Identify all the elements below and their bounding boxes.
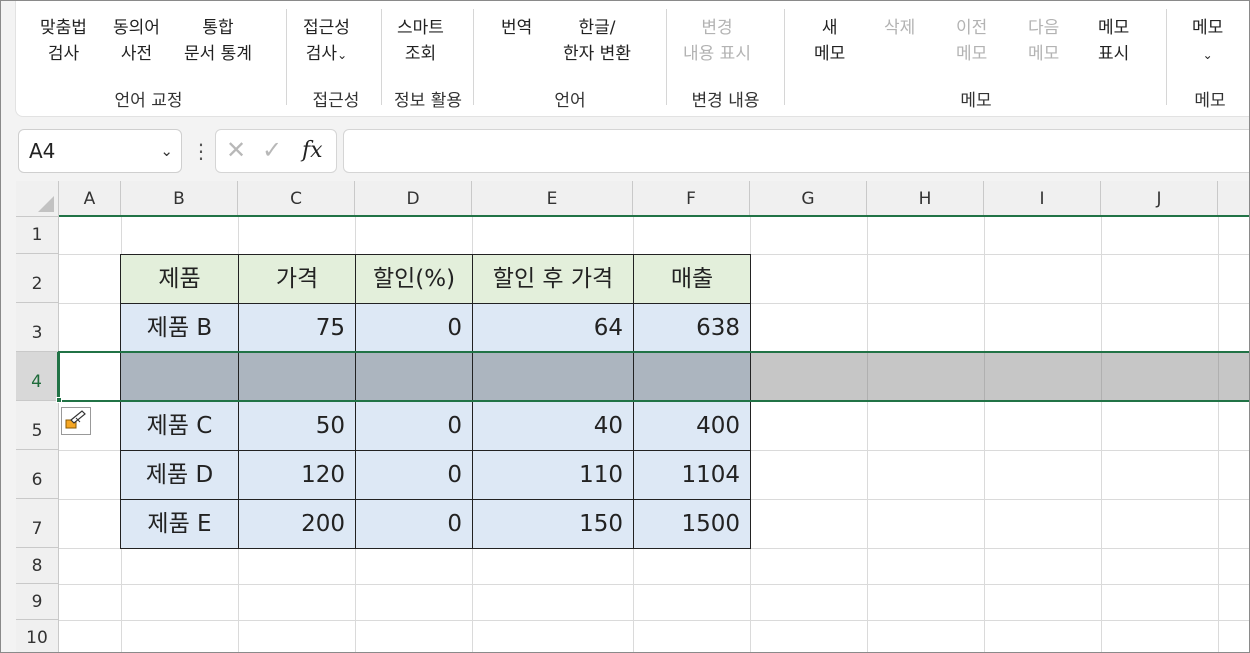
chevron-down-icon: ⌄	[1202, 48, 1213, 62]
table-header-price[interactable]: 가격	[238, 254, 356, 304]
insert-options-icon[interactable]	[61, 407, 91, 435]
workbook-statistics-button[interactable]: 통합 문서 통계	[184, 15, 252, 67]
table-cell[interactable]: 제품 D	[120, 450, 239, 500]
row-header-9[interactable]: 9	[16, 584, 59, 620]
row-header-4[interactable]: 4	[16, 352, 59, 401]
chevron-down-icon: ⌄	[337, 48, 348, 62]
spelling-button[interactable]: 맞춤법 검사	[40, 15, 87, 67]
new-comment-button[interactable]: 새 메모	[814, 15, 845, 67]
row-header-1[interactable]: 1	[16, 217, 59, 254]
table-cell[interactable]: 400	[633, 401, 751, 451]
group-label-language: 언어	[554, 91, 586, 111]
chevron-down-icon[interactable]: ⌄	[160, 130, 173, 172]
table-cell[interactable]: 0	[355, 401, 473, 451]
ribbon-separator	[1166, 9, 1167, 105]
column-header-c[interactable]: C	[238, 181, 355, 217]
table-cell[interactable]: 110	[472, 450, 634, 500]
row-header-7[interactable]: 7	[16, 499, 59, 548]
group-insights: 스마트 조회 정보 활용	[383, 1, 473, 117]
name-box-value: A4	[29, 139, 56, 163]
table-cell[interactable]: 50	[238, 401, 356, 451]
row-header-5[interactable]: 5	[16, 401, 59, 450]
insert-function-icon[interactable]: fx	[302, 138, 323, 163]
enter-icon[interactable]: ✓	[262, 136, 282, 164]
review-ribbon: 맞춤법 검사 동의어 사전 통합 문서 통계 언어 교정 접근성 검사⌄ 접근성…	[15, 1, 1249, 117]
row-header-3[interactable]: 3	[16, 303, 59, 352]
cancel-icon[interactable]: ✕	[226, 136, 246, 164]
row-selection-border	[58, 351, 1249, 402]
table-header-discount[interactable]: 할인(%)	[355, 254, 473, 304]
ribbon-separator	[381, 9, 382, 105]
column-header-d[interactable]: D	[355, 181, 472, 217]
column-header-j[interactable]: J	[1101, 181, 1218, 217]
group-label-changes: 변경 내용	[691, 91, 760, 111]
formula-input[interactable]	[343, 129, 1249, 173]
table-cell[interactable]: 120	[238, 450, 356, 500]
table-cell[interactable]: 0	[355, 303, 473, 353]
column-header-k[interactable]	[1218, 181, 1249, 217]
column-header-g[interactable]: G	[750, 181, 867, 217]
table-cell[interactable]: 75	[238, 303, 356, 353]
excel-window: 맞춤법 검사 동의어 사전 통합 문서 통계 언어 교정 접근성 검사⌄ 접근성…	[0, 0, 1250, 653]
table-cell[interactable]: 638	[633, 303, 751, 353]
table-cell[interactable]: 제품 E	[120, 499, 239, 549]
column-header-f[interactable]: F	[633, 181, 750, 217]
group-notes: 메모 ⌄ 메모	[1168, 1, 1249, 117]
check-accessibility-button[interactable]: 접근성 검사⌄	[303, 15, 350, 68]
notes-label: 메모	[1192, 18, 1224, 38]
previous-comment-button[interactable]: 이전 메모	[956, 15, 987, 67]
table-cell[interactable]: 제품 B	[120, 303, 239, 353]
name-box[interactable]: A4 ⌄	[18, 129, 182, 173]
group-proofing: 맞춤법 검사 동의어 사전 통합 문서 통계 언어 교정	[16, 1, 281, 117]
group-language: 번역 한글/ 한자 변환 언어	[475, 1, 665, 117]
more-options-icon[interactable]: ⋮	[191, 139, 211, 163]
column-header-a[interactable]: A	[59, 181, 121, 217]
column-header-h[interactable]: H	[867, 181, 984, 217]
group-changes: 변경 내용 표시 변경 내용	[668, 1, 783, 117]
row-header-2[interactable]: 2	[16, 254, 59, 303]
group-label-comments: 메모	[960, 91, 992, 111]
group-comments: 새 메모 삭제 이전 메모 다음 메모 메모 표시 메모	[786, 1, 1166, 117]
table-header-sales[interactable]: 매출	[633, 254, 751, 304]
table-header-product[interactable]: 제품	[120, 254, 239, 304]
show-changes-button[interactable]: 변경 내용 표시	[683, 15, 751, 67]
notes-button[interactable]: 메모 ⌄	[1192, 15, 1223, 68]
formula-buttons: ✕ ✓ fx	[215, 129, 337, 173]
worksheet-grid[interactable]: A B C D E F G H I J 1 2 3 4 5 6 7 8 9 10	[16, 181, 1249, 652]
ribbon-separator	[473, 9, 474, 105]
table-cell[interactable]: 0	[355, 450, 473, 500]
table-header-discounted-price[interactable]: 할인 후 가격	[472, 254, 634, 304]
table-cell[interactable]: 40	[472, 401, 634, 451]
table-cell[interactable]: 제품 C	[120, 401, 239, 451]
delete-comment-button[interactable]: 삭제	[884, 15, 915, 41]
table-cell[interactable]: 150	[472, 499, 634, 549]
thesaurus-button[interactable]: 동의어 사전	[113, 15, 160, 67]
column-header-e[interactable]: E	[472, 181, 633, 217]
table-cell[interactable]: 0	[355, 499, 473, 549]
show-comments-button[interactable]: 메모 표시	[1098, 15, 1129, 67]
row-header-10[interactable]: 10	[16, 620, 59, 652]
column-header-b[interactable]: B	[121, 181, 238, 217]
table-cell[interactable]: 200	[238, 499, 356, 549]
ribbon-separator	[666, 9, 667, 105]
group-label-insights: 정보 활용	[394, 91, 462, 111]
select-all-button[interactable]	[16, 181, 59, 217]
table-cell[interactable]: 1500	[633, 499, 751, 549]
table-cell[interactable]: 64	[472, 303, 634, 353]
ribbon-separator	[286, 9, 287, 105]
group-label-proofing: 언어 교정	[114, 91, 183, 111]
table-cell[interactable]: 1104	[633, 450, 751, 500]
next-comment-button[interactable]: 다음 메모	[1028, 15, 1059, 67]
group-label-notes: 메모	[1194, 91, 1226, 111]
hangul-hanja-button[interactable]: 한글/ 한자 변환	[563, 15, 631, 67]
group-label-accessibility: 접근성	[312, 91, 360, 111]
ribbon-separator	[784, 9, 785, 105]
fill-handle[interactable]	[56, 397, 62, 403]
row-header-6[interactable]: 6	[16, 450, 59, 499]
column-header-i[interactable]: I	[984, 181, 1101, 217]
smart-lookup-button[interactable]: 스마트 조회	[397, 15, 444, 67]
row-header-8[interactable]: 8	[16, 548, 59, 584]
translate-button[interactable]: 번역	[501, 15, 532, 41]
group-accessibility: 접근성 검사⌄ 접근성	[291, 1, 381, 117]
